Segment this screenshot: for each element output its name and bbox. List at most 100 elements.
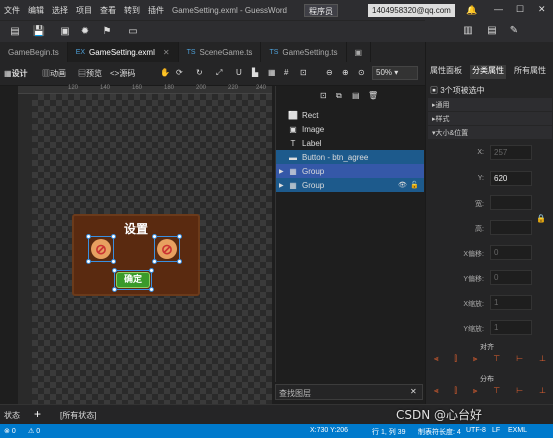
minimize-icon[interactable]: — (494, 4, 503, 14)
line-col[interactable]: 行 1, 列 39 (372, 427, 405, 437)
run-icon[interactable]: ▭ (126, 25, 140, 39)
error-count[interactable]: ⊗ 0 (4, 427, 16, 435)
resize-handle[interactable] (112, 287, 117, 292)
section-size-position[interactable]: ▾ 大小&位置 (428, 126, 552, 139)
language-mode[interactable]: EXML (508, 427, 527, 434)
align-vcenter-icon[interactable]: ⊢ (516, 354, 523, 368)
dist-top-icon[interactable]: ⊤ (493, 386, 500, 400)
menu-goto[interactable]: 转到 (120, 5, 144, 16)
split-editor-button[interactable]: ▣ (347, 42, 372, 62)
line-ending[interactable]: LF (492, 427, 500, 434)
tab-properties[interactable]: 属性面板 (428, 65, 464, 79)
y-scale-field[interactable]: 1 (490, 320, 532, 335)
layout-left-icon[interactable]: ▥ (461, 24, 475, 38)
layer-item[interactable]: ⬜ Rect (276, 108, 424, 122)
save-icon[interactable]: 💾 (32, 25, 46, 39)
section-style[interactable]: ▸ 样式 (428, 112, 552, 125)
x-scale-field[interactable]: 1 (490, 295, 532, 310)
dist-vcenter-icon[interactable]: ⊢ (516, 386, 523, 400)
menu-select[interactable]: 选择 (48, 5, 72, 16)
layer-item[interactable]: ▶ ▦ Group (276, 164, 424, 178)
resize-handle[interactable] (111, 234, 116, 239)
layer-item[interactable]: T Label (276, 136, 424, 150)
brush-icon[interactable]: ✎ (507, 24, 521, 38)
close-icon[interactable]: ✕ (538, 4, 546, 15)
source-button[interactable]: <>源码 (110, 68, 135, 79)
eye-icon[interactable]: 👁 (398, 181, 407, 189)
layout-right-icon[interactable]: ▤ (485, 24, 499, 38)
all-states-tab[interactable]: [所有状态] (60, 410, 96, 421)
height-field[interactable] (490, 220, 532, 235)
tab-gamesetting-exml[interactable]: EX GameSetting.exml ✕ (67, 42, 179, 62)
resize-handle[interactable] (149, 287, 154, 292)
resize-handle[interactable] (149, 268, 154, 273)
debug-icon[interactable]: ✹ (78, 25, 92, 39)
snap-icon[interactable]: U (236, 68, 242, 77)
dist-right-icon[interactable]: ⫸ (473, 386, 478, 400)
tab-scenegame[interactable]: TS SceneGame.ts (179, 42, 262, 62)
settings-dialog[interactable]: 设置 ⊘ ⊘ 确定 (72, 214, 200, 296)
resize-handle[interactable] (177, 259, 182, 264)
align-top-icon[interactable]: ⊤ (493, 354, 500, 368)
menu-file[interactable]: 文件 (0, 5, 24, 16)
tab-gamebegin[interactable]: GameBegin.ts (0, 42, 68, 62)
tab-gamesetting-ts[interactable]: TS GameSetting.ts (261, 42, 347, 62)
menu-view[interactable]: 查看 (96, 5, 120, 16)
align-hcenter-icon[interactable]: ⫿ (454, 354, 457, 368)
tab-close-icon[interactable]: ✕ (163, 48, 170, 57)
layer-paste-icon[interactable]: ▤ (352, 91, 360, 100)
resize-handle[interactable] (112, 268, 117, 273)
warning-count[interactable]: ⚠ 0 (28, 427, 40, 435)
aspect-lock-icon[interactable]: 🔒 (536, 214, 546, 223)
lock-icon[interactable]: 🔓 (410, 181, 419, 189)
zoom-select[interactable]: 50% ▾ (372, 66, 418, 80)
account-email[interactable]: 1404958320@qq.com (368, 4, 455, 17)
align-bottom-icon[interactable]: ⊥ (539, 354, 546, 368)
tab-size[interactable]: 制表符长度: 4 (418, 427, 461, 437)
clear-icon[interactable]: ✕ (410, 387, 417, 396)
dist-left-icon[interactable]: ⫷ (434, 386, 439, 400)
menu-plugins[interactable]: 插件 (144, 5, 168, 16)
y-offset-field[interactable]: 0 (490, 270, 532, 285)
confirm-button[interactable]: 确定 (116, 272, 150, 288)
resize-handle[interactable] (152, 234, 157, 239)
align-left-icon[interactable]: ⫷ (434, 354, 439, 368)
tab-all-props[interactable]: 所有属性 (512, 65, 548, 79)
rotate-icon[interactable]: ↻ (196, 68, 203, 77)
crop-icon[interactable]: ⊡ (300, 68, 307, 77)
x-offset-field[interactable]: 0 (490, 245, 532, 260)
save-all-icon[interactable]: ▣ (58, 25, 72, 39)
hash-icon[interactable]: # (284, 68, 288, 77)
y-field[interactable]: 620 (490, 171, 532, 186)
hand-icon[interactable]: ✋ (160, 68, 170, 77)
expand-icon[interactable]: ▶ (279, 182, 284, 189)
resize-handle[interactable] (177, 234, 182, 239)
fit-icon[interactable]: ⊙ (358, 68, 365, 77)
resize-handle[interactable] (86, 234, 91, 239)
tab-category-props[interactable]: 分类属性 (470, 65, 506, 79)
encoding[interactable]: UTF-8 (466, 427, 486, 434)
menu-project[interactable]: 项目 (72, 5, 96, 16)
dist-bottom-icon[interactable]: ⊥ (539, 386, 546, 400)
align-right-icon[interactable]: ⫸ (473, 354, 478, 368)
layer-search[interactable]: 查找图层 ✕ (275, 384, 423, 400)
sound-off-icon[interactable]: ⊘ (91, 239, 111, 259)
section-general[interactable]: ▸ 通用 (428, 98, 552, 111)
design-button[interactable]: ▦设计 (4, 68, 28, 79)
music-off-icon[interactable]: ⊘ (157, 239, 177, 259)
animation-button[interactable]: ▥动画 (42, 68, 66, 79)
preview-button[interactable]: ▤预览 (78, 68, 102, 79)
resize-handle[interactable] (152, 259, 157, 264)
zoom-in-icon[interactable]: ⊕ (342, 68, 349, 77)
dist-hcenter-icon[interactable]: ⫿ (454, 386, 457, 400)
width-field[interactable] (490, 195, 532, 210)
add-state-icon[interactable]: + (34, 407, 41, 421)
trash-icon[interactable]: 🗑 (368, 91, 378, 100)
role-select[interactable]: 程序员 (304, 4, 338, 17)
layer-item[interactable]: ▣ Image (276, 122, 424, 136)
expand-icon[interactable]: ▶ (279, 168, 284, 175)
resize-handle[interactable] (86, 259, 91, 264)
x-field[interactable]: 257 (490, 145, 532, 160)
grid-icon[interactable]: ▦ (268, 68, 276, 77)
align-icon[interactable]: ▙ (252, 68, 258, 77)
